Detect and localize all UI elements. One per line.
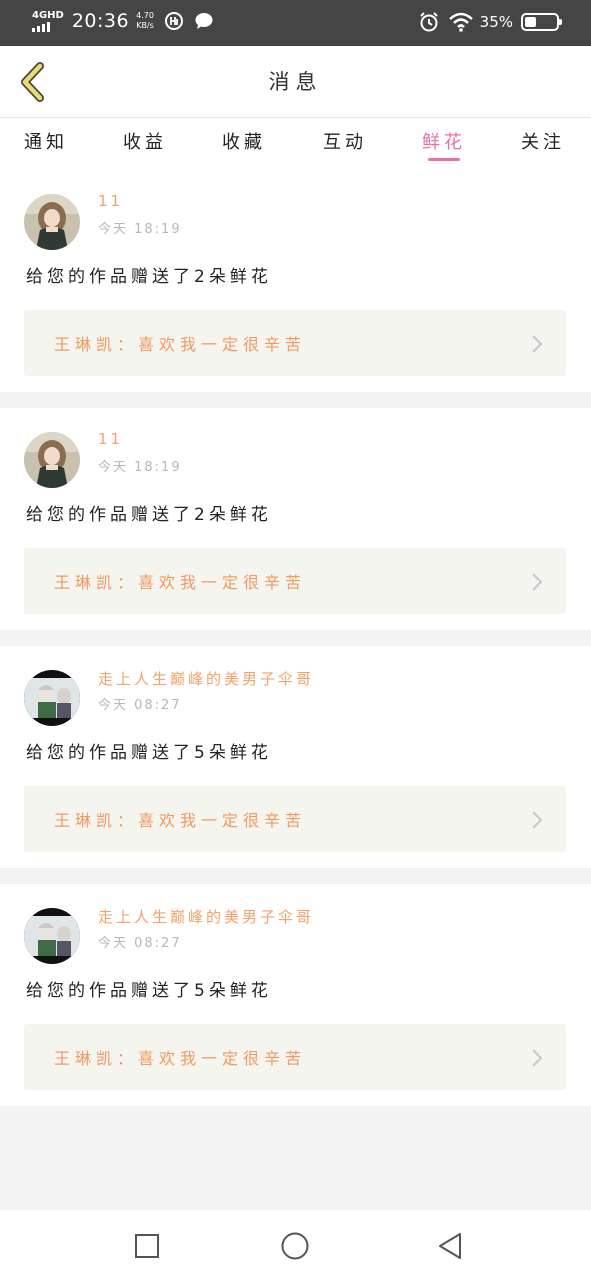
username[interactable]: 走上人生巅峰的美男子伞哥 xyxy=(98,906,314,927)
chevron-right-icon xyxy=(532,811,543,829)
recent-apps-icon xyxy=(135,1234,159,1258)
work-reference[interactable]: 王琳凯：喜欢我一定很辛苦 xyxy=(24,310,566,376)
page-title: 消息 xyxy=(268,70,323,94)
battery-percent: 35% xyxy=(479,13,513,31)
avatar[interactable] xyxy=(24,432,80,488)
tab-flowers[interactable]: 鲜花 xyxy=(404,128,484,154)
home-button[interactable] xyxy=(279,1230,311,1262)
clock: 20:36 xyxy=(71,10,130,32)
speed-unit: KB/s xyxy=(136,21,154,30)
avatar[interactable] xyxy=(24,194,80,250)
header-bar: 消息 xyxy=(0,46,591,118)
signal-icon xyxy=(32,21,64,32)
back-icon xyxy=(439,1233,461,1259)
recent-apps-button[interactable] xyxy=(131,1230,163,1262)
avatar[interactable] xyxy=(24,908,80,964)
message-card: 11 今天 18:19 给您的作品赠送了2朵鲜花 王琳凯：喜欢我一定很辛苦 xyxy=(0,408,591,630)
message-action: 给您的作品赠送了5朵鲜花 xyxy=(26,743,272,763)
active-tab-indicator xyxy=(428,158,460,161)
work-reference-text: 王琳凯：喜欢我一定很辛苦 xyxy=(54,573,307,592)
tab-notifications[interactable]: 通知 xyxy=(6,128,86,154)
network-type: 4GHD xyxy=(32,9,64,21)
tab-following[interactable]: 关注 xyxy=(503,128,583,154)
chevron-right-icon xyxy=(532,335,543,353)
avatar[interactable] xyxy=(24,670,80,726)
work-reference-text: 王琳凯：喜欢我一定很辛苦 xyxy=(54,811,307,830)
chevron-right-icon xyxy=(532,1049,543,1067)
home-icon xyxy=(281,1232,309,1260)
chat-bubble-icon xyxy=(195,13,213,29)
message-time: 今天 18:19 xyxy=(98,460,182,475)
message-action: 给您的作品赠送了5朵鲜花 xyxy=(26,981,272,1001)
work-reference-text: 王琳凯：喜欢我一定很辛苦 xyxy=(54,1049,307,1068)
message-time: 今天 08:27 xyxy=(98,698,182,713)
network-speed: 4.70 KB/s xyxy=(136,11,154,31)
tab-interactions[interactable]: 互动 xyxy=(305,128,385,154)
hd-app-icon xyxy=(164,12,183,30)
wifi-icon xyxy=(448,12,473,32)
message-action: 给您的作品赠送了2朵鲜花 xyxy=(26,505,272,525)
man-avatar-image xyxy=(24,908,80,964)
work-reference-text: 王琳凯：喜欢我一定很辛苦 xyxy=(54,335,307,354)
tab-bar: 通知 收益 收藏 互动 鲜花 关注 xyxy=(0,118,591,174)
battery-fill xyxy=(525,17,536,27)
username[interactable]: 11 xyxy=(98,430,123,448)
message-card: 走上人生巅峰的美男子伞哥 今天 08:27 给您的作品赠送了5朵鲜花 王琳凯：喜… xyxy=(0,646,591,868)
man-avatar-image xyxy=(24,670,80,726)
message-time: 今天 08:27 xyxy=(98,936,182,951)
alarm-icon xyxy=(419,12,438,32)
tab-earnings[interactable]: 收益 xyxy=(105,128,185,154)
girl-avatar-image xyxy=(24,194,80,250)
username[interactable]: 11 xyxy=(98,192,123,210)
battery-icon xyxy=(521,13,562,31)
chevron-right-icon xyxy=(532,573,543,591)
message-card: 走上人生巅峰的美男子伞哥 今天 08:27 给您的作品赠送了5朵鲜花 王琳凯：喜… xyxy=(0,884,591,1106)
status-bar: 4GHD 20:36 4.70 KB/s 35% xyxy=(0,0,591,46)
username[interactable]: 走上人生巅峰的美男子伞哥 xyxy=(98,668,314,689)
work-reference[interactable]: 王琳凯：喜欢我一定很辛苦 xyxy=(24,548,566,614)
signal-indicator: 4GHD xyxy=(32,9,64,32)
tab-favorites[interactable]: 收藏 xyxy=(204,128,284,154)
message-time: 今天 18:19 xyxy=(98,222,182,237)
system-back-button[interactable] xyxy=(434,1230,466,1262)
speed-value: 4.70 xyxy=(136,11,154,20)
message-card: 11 今天 18:19 给您的作品赠送了2朵鲜花 王琳凯：喜欢我一定很辛苦 xyxy=(0,170,591,392)
message-action: 给您的作品赠送了2朵鲜花 xyxy=(26,267,272,287)
girl-avatar-image xyxy=(24,432,80,488)
work-reference[interactable]: 王琳凯：喜欢我一定很辛苦 xyxy=(24,1024,566,1090)
system-nav-bar xyxy=(0,1210,591,1280)
work-reference[interactable]: 王琳凯：喜欢我一定很辛苦 xyxy=(24,786,566,852)
